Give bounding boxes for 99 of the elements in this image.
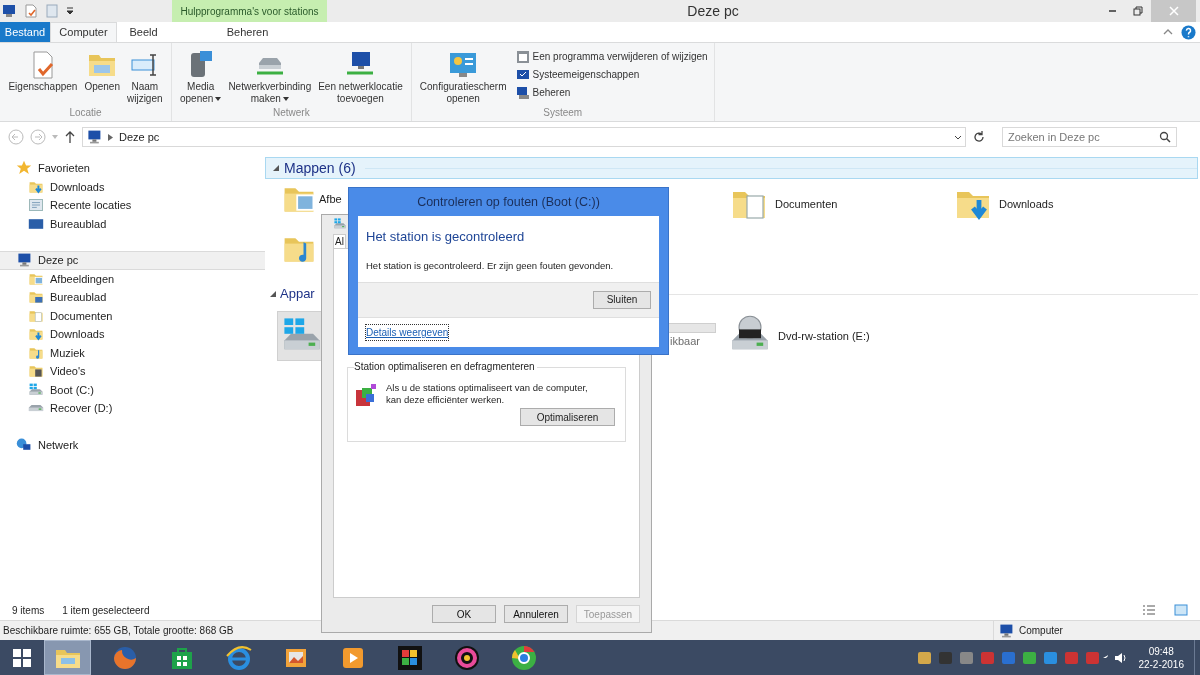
navigation-item[interactable]: Bureaublad: [0, 214, 265, 233]
computer-icon: [86, 129, 102, 145]
ribbon-button[interactable]: Eigenschappen: [6, 49, 80, 93]
folder-icon: [28, 289, 44, 306]
dialog-message: Het station is gecontroleerd. Er zijn geen fouten gevonden.: [366, 258, 615, 273]
chrome-ball-icon: [509, 643, 538, 672]
ribbon-tab[interactable]: Computer: [50, 22, 117, 42]
star-icon: [16, 160, 32, 177]
caret-icon[interactable]: [66, 7, 74, 15]
ribbon-button[interactable]: Openen: [82, 49, 122, 93]
puzzle-icon: [395, 643, 424, 672]
ribbon-small-button[interactable]: Beheren: [515, 85, 708, 100]
drive-icon: [28, 381, 44, 398]
navigation-item[interactable]: Bureaublad: [0, 288, 265, 307]
address-field[interactable]: Deze pc: [82, 127, 966, 147]
folder-label: Afbe: [319, 192, 342, 207]
letter-e-globe-icon: [224, 643, 253, 672]
computer-icon: [16, 252, 32, 269]
folder-icon: [28, 326, 44, 343]
drive-item[interactable]: ikbaar: [663, 319, 719, 353]
caret-icon: [215, 97, 222, 101]
address-path: Deze pc: [119, 129, 160, 145]
window-title: Deze pc: [687, 1, 739, 21]
help-icon[interactable]: [1181, 24, 1196, 40]
navigation-item[interactable]: Netwerk: [0, 435, 265, 454]
folder-label: Downloads: [999, 196, 1054, 212]
tiles-view-icon[interactable]: [1174, 604, 1188, 616]
recent-places-icon: [28, 197, 44, 214]
up-arrow-icon[interactable]: [64, 130, 76, 144]
navigation-item[interactable]: Afbeeldingen: [0, 269, 265, 288]
dialog-button[interactable]: Annuleren: [504, 605, 568, 623]
navigation-item[interactable]: Video's: [0, 362, 265, 381]
search-field[interactable]: Zoeken in Deze pc: [1002, 127, 1177, 147]
navigation-item[interactable]: Recente locaties: [0, 196, 265, 215]
optimize-description: Als u de stations optimaliseert van de computer, kan deze efficiënter werken.: [386, 382, 589, 407]
group-header[interactable]: Mappen (6): [265, 157, 1198, 179]
colour-ring-icon: [452, 643, 481, 672]
folder-label: Documenten: [775, 196, 838, 212]
dialog-heading: Het station is gecontroleerd: [366, 228, 526, 246]
drive-space-info: Beschikbare ruimte: 655 GB, Totale grootte: 868 GB: [2, 624, 234, 638]
context-tab-group-label: Hulpprogramma's voor stations: [172, 0, 327, 22]
ribbon-small-button[interactable]: Systeemeigenschappen: [515, 67, 708, 82]
ribbon-small-button[interactable]: Een programma verwijderen of wijzigen: [515, 49, 708, 64]
windows-logo-icon: [12, 647, 32, 668]
collapse-triangle-icon: [270, 291, 276, 297]
ribbon-group-label: Netwerk: [272, 106, 311, 120]
chevron-right-icon: [108, 133, 113, 141]
navigation-item[interactable]: Downloads: [0, 325, 265, 344]
ribbon-group-label: Systeem: [542, 106, 584, 120]
search-input[interactable]: Zoeken in Deze pc: [1008, 128, 1159, 146]
network-icon: [16, 436, 32, 453]
ribbon-group-label: Locatie: [68, 106, 103, 120]
dialog-tab[interactable]: Al: [333, 234, 346, 248]
close-dialog-button[interactable]: Sluiten: [593, 290, 651, 309]
ribbon-button[interactable]: Netwerkverbinding maken: [226, 49, 314, 105]
details-view-icon[interactable]: [1142, 604, 1156, 616]
navigation-item[interactable]: Boot (C:): [0, 380, 265, 399]
drive-icon: [28, 404, 44, 413]
collapse-triangle-icon: [273, 165, 279, 171]
navigation-item[interactable]: Deze pc: [0, 251, 265, 270]
tray-icons-drawing[interactable]: [918, 649, 1109, 666]
close-icon: [1168, 6, 1179, 16]
details-link[interactable]: Details weergeven: [365, 323, 450, 341]
drive-item[interactable]: Dvd-rw-station (E:): [725, 311, 873, 361]
computer-icon: [2, 4, 16, 18]
clock-date: 22-2-2016: [1138, 657, 1184, 671]
selection-count: 1 item geselecteerd: [62, 603, 150, 618]
chevron-up-icon[interactable]: [1163, 28, 1173, 36]
navigation-item[interactable]: Documenten: [0, 306, 265, 325]
computer-check-icon: [515, 67, 530, 82]
refresh-icon[interactable]: [972, 130, 986, 144]
program-window-icon: [515, 49, 530, 64]
restore-icon: [1133, 6, 1143, 16]
search-icon: [1159, 131, 1171, 143]
ribbon-tab[interactable]: Bestand: [0, 22, 50, 42]
optimize-button[interactable]: Optimaliseren: [520, 408, 615, 426]
caret-icon: [954, 134, 962, 140]
navigation-item[interactable]: Downloads: [0, 177, 265, 196]
speaker-icon[interactable]: [1114, 650, 1129, 665]
navigation-item[interactable]: Favorieten: [0, 159, 265, 178]
caret-icon: [282, 97, 289, 101]
ribbon-button[interactable]: Configuratiescherm openen: [417, 49, 509, 105]
ribbon-button[interactable]: Media openen: [178, 49, 224, 105]
location-label: Computer: [1019, 624, 1063, 638]
navigation-item[interactable]: Recover (D:): [0, 399, 265, 418]
dialog-button[interactable]: OK: [432, 605, 496, 623]
navigation-item[interactable]: Muziek: [0, 343, 265, 362]
properties-icon[interactable]: [24, 4, 38, 18]
computer-management-icon: [515, 85, 530, 100]
folder-icon: [28, 363, 44, 380]
ribbon-button[interactable]: Een netwerklocatie toevoegen: [316, 49, 405, 105]
item-count: 9 items: [12, 603, 45, 618]
group-title: Station optimaliseren en defragmenteren: [354, 361, 537, 373]
clock-time: 09:48: [1148, 644, 1174, 658]
dialog-title: Controleren op fouten (Boot (C:)): [417, 193, 600, 211]
drive-icon: [333, 217, 347, 231]
ribbon-button[interactable]: Naam wijzigen: [125, 49, 165, 105]
computer-icon: [998, 622, 1014, 639]
minimize-icon: [1107, 10, 1117, 12]
